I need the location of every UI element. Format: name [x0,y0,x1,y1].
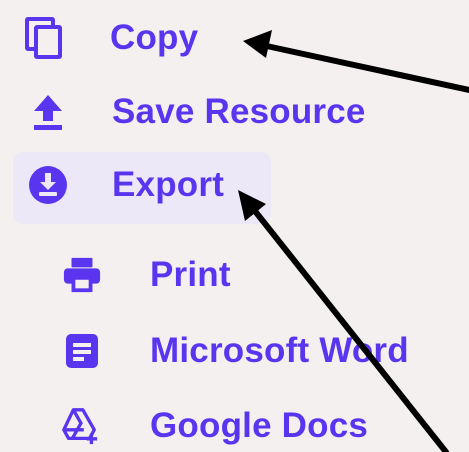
submenu-item-google-docs[interactable]: Google Docs [60,406,368,446]
google-drive-icon [60,406,100,446]
actions-menu: Copy Save Resource Export Print Microsof… [0,0,469,452]
printer-icon [62,255,102,295]
menu-item-label: Microsoft Word [150,331,409,370]
menu-item-label: Copy [110,18,199,57]
menu-item-export[interactable]: Export [28,165,224,205]
submenu-item-print[interactable]: Print [62,255,231,295]
annotation-arrows [238,30,469,452]
menu-item-copy[interactable]: Copy [24,17,199,59]
menu-item-save-resource[interactable]: Save Resource [28,92,366,132]
upload-icon [28,92,68,132]
menu-item-label: Google Docs [150,406,369,445]
copy-icon [24,17,64,59]
submenu-item-microsoft-word[interactable]: Microsoft Word [62,331,409,371]
copy-pointer-arrow [243,30,469,93]
menu-item-label: Export [112,165,225,204]
menu-item-label: Print [150,255,231,294]
download-circle-icon [28,165,68,205]
menu-item-label: Save Resource [112,92,366,131]
document-icon [62,331,102,371]
